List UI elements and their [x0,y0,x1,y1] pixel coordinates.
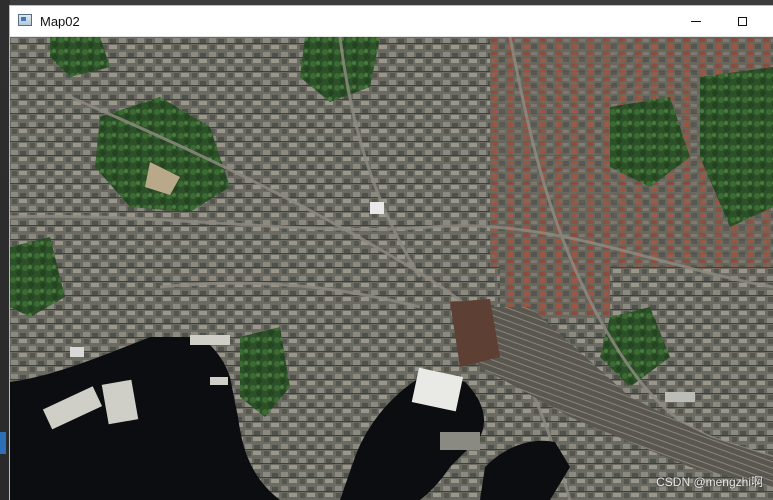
minimize-button[interactable] [673,6,719,36]
minimize-icon [691,20,701,22]
background-strip [0,0,10,500]
map-window: Map02 CSDN @mengzhi啊 [10,6,773,500]
maximize-icon [737,16,747,26]
maximize-button[interactable] [719,6,765,36]
title-bar[interactable]: Map02 [10,6,773,37]
satellite-map-view[interactable]: CSDN @mengzhi啊 [10,37,773,500]
watermark-text: CSDN @mengzhi啊 [656,475,763,489]
app-window-icon [18,14,32,26]
satellite-map-image [10,37,773,500]
taskbar-accent [0,432,6,454]
window-title: Map02 [40,14,80,29]
